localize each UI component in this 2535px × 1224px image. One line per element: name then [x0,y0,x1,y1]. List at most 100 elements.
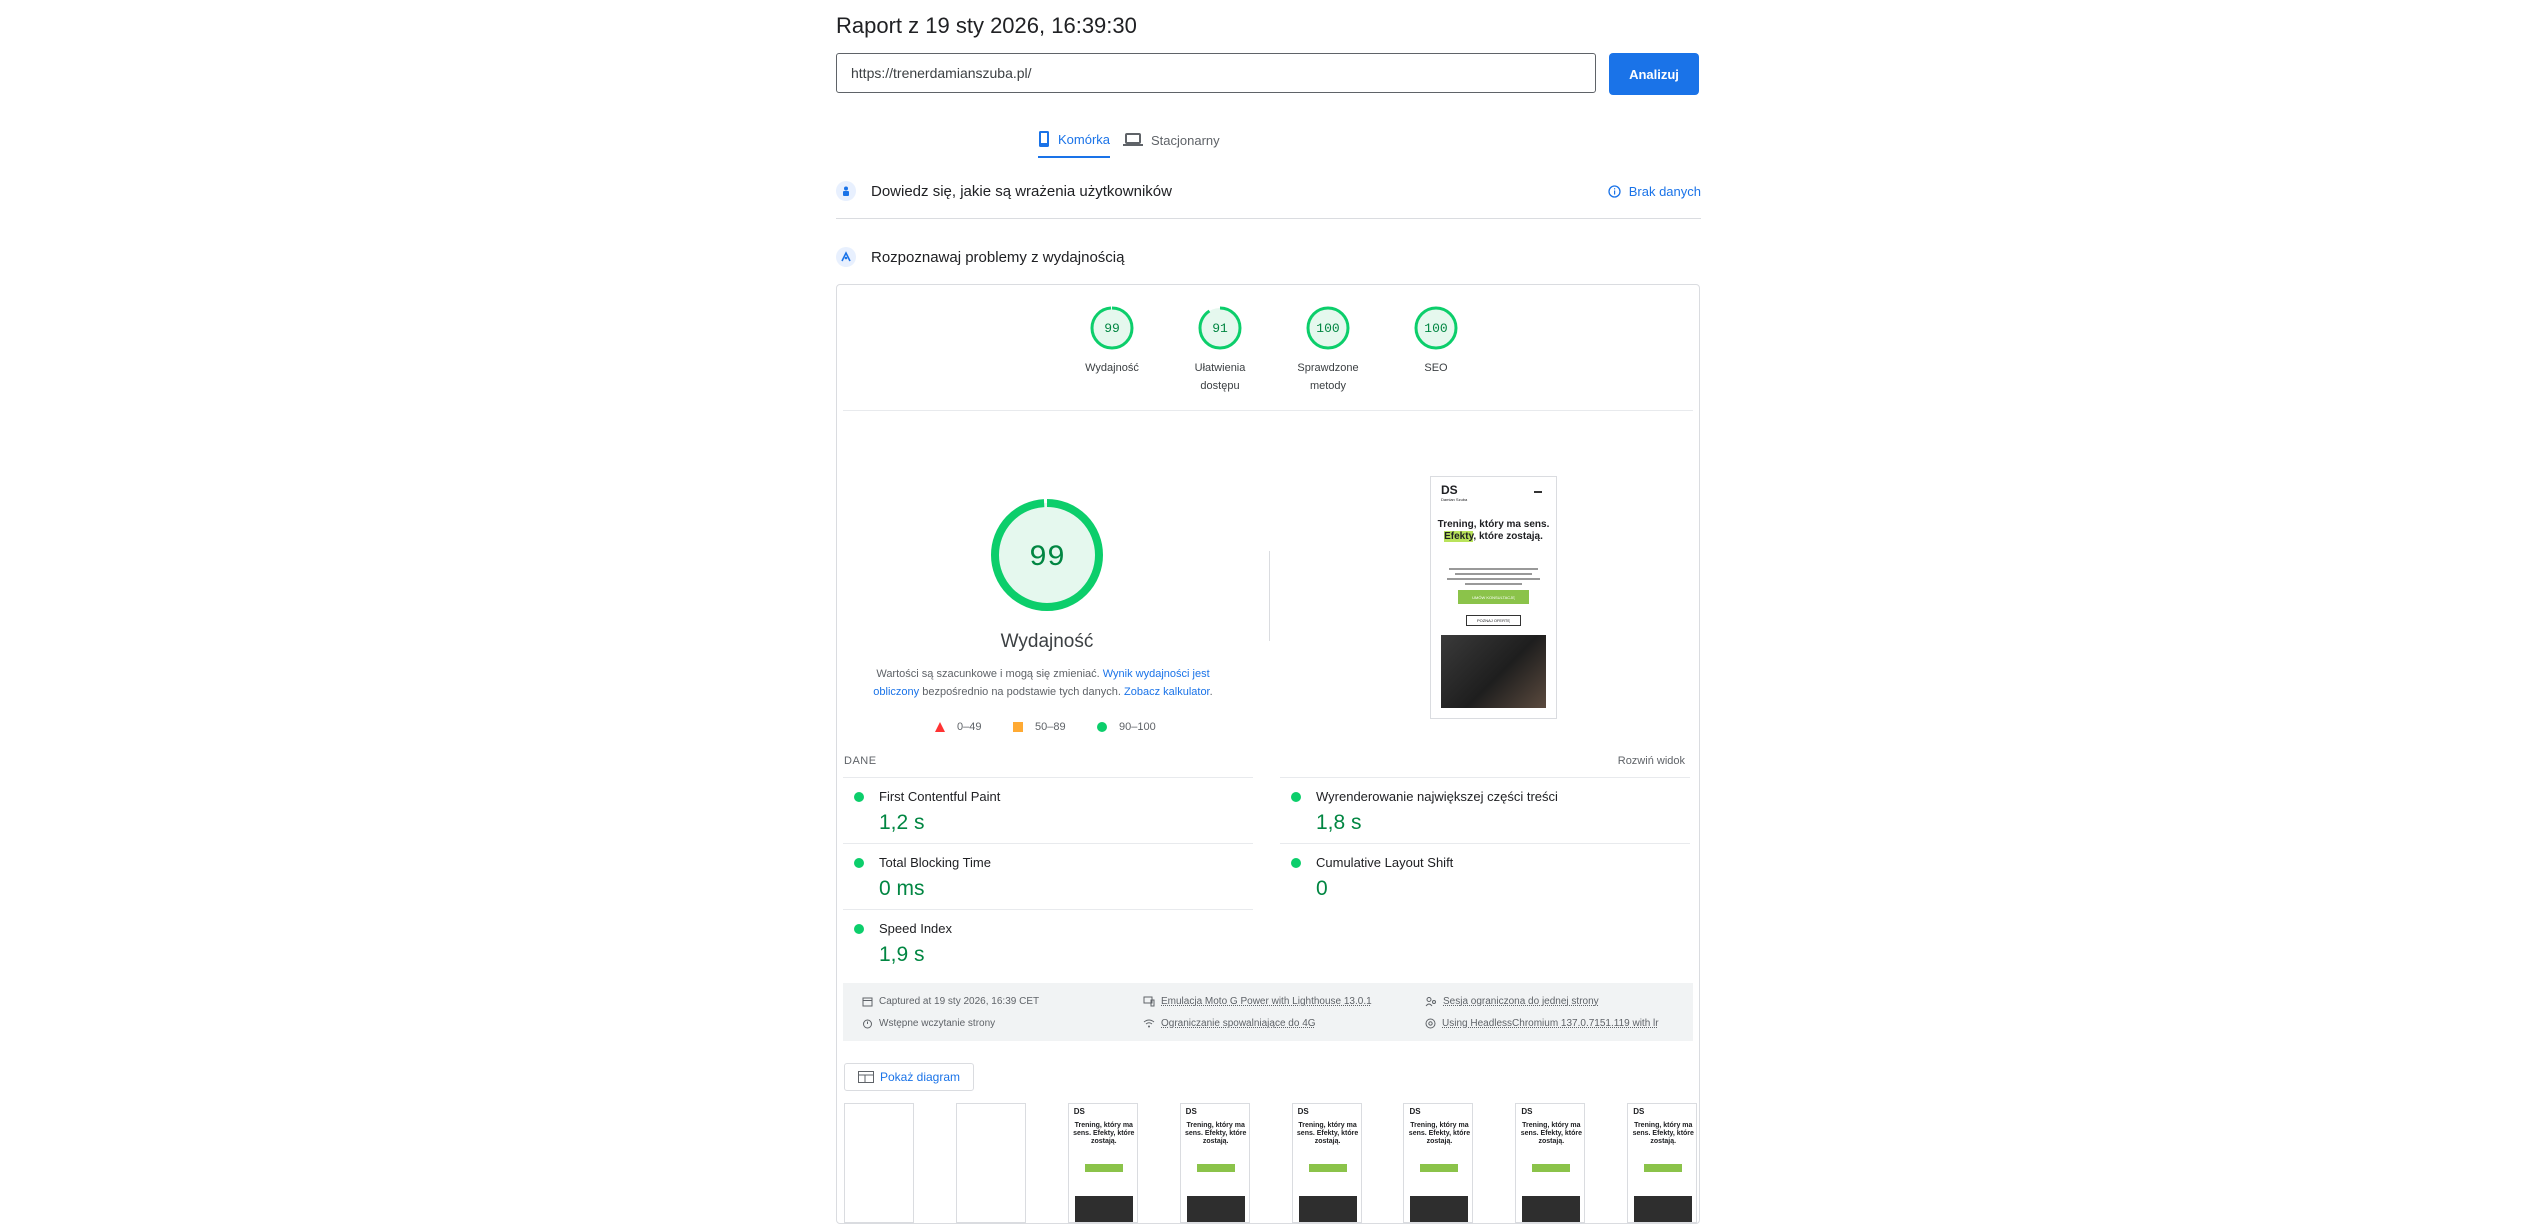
tab-desktop[interactable]: Stacjonarny [1123,122,1220,158]
pass-indicator [854,924,864,934]
metric-name: Speed Index [879,921,953,936]
score-best-practices[interactable]: 100 Sprawdzone metody [1293,305,1363,395]
frame-logo: DS [1185,1107,1197,1116]
field-data-section: Dowiedz się, jakie są wrażenia użytkowni… [836,171,1701,211]
hero-headline: Trening, który ma sens. Efekty, które zo… [1437,519,1550,543]
circle-icon [1097,722,1107,732]
secondary-button: POZNAJ OFERTĘ [1466,615,1521,626]
filmstrip-frame-blank[interactable] [844,1103,914,1223]
throttling-text: Ograniczanie spowalniające do 4G [1161,1018,1316,1029]
score-label: Ułatwienia [1194,362,1246,374]
frame-headline: Trening, który ma sens. Efekty, które zo… [1520,1122,1583,1145]
metric-value: 1,9 s [879,943,925,966]
metric-name: First Contentful Paint [879,789,1001,804]
score-seo[interactable]: 100 SEO [1401,305,1471,377]
calculator-link[interactable]: Zobacz kalkulator [1124,686,1210,698]
performance-label: Wydajność [1000,631,1094,652]
frame-photo [1298,1196,1357,1222]
device-tabs: Komórka Stacjonarny [836,122,1701,158]
score-label: Sprawdzone [1297,362,1359,374]
headline-highlight: Efekty [1444,531,1474,542]
run-info-browser[interactable]: Using HeadlessChromium 137.0.7151.119 wi… [1425,1018,1659,1029]
tab-desktop-label: Stacjonarny [1151,132,1220,148]
analyze-button[interactable]: Analizuj [1609,53,1699,95]
show-diagram-button[interactable]: Pokaż diagram [844,1063,974,1091]
frame-headline: Trening, który ma sens. Efekty, które zo… [1185,1122,1247,1145]
score-legend: 0–49 50–89 90–100 [935,721,1175,735]
frame-logo: DS [1409,1107,1421,1116]
device-icon [1143,996,1155,1007]
browser-icon [1425,1018,1436,1029]
pass-indicator [1291,792,1301,802]
session-text: Sesja ograniczona do jednej strony [1443,996,1599,1007]
laptop-icon [1123,133,1143,146]
frame-cta [1084,1164,1123,1172]
legend-range: 0–49 [957,721,982,733]
lab-data-title: Rozpoznawaj problemy z wydajnością [871,248,1125,266]
cta-button: UMÓW KONSULTACJĘ [1458,590,1529,604]
square-icon [1013,722,1023,732]
score-label-line2: dostępu [1200,380,1240,392]
filmstrip-frame[interactable]: DS Trening, który ma sens. Efekty, które … [1515,1103,1586,1223]
frame-headline: Trening, który ma sens. Efekty, które zo… [1632,1122,1694,1145]
frame-photo [1410,1196,1469,1222]
frame-photo [1522,1196,1581,1222]
metric-value: 1,8 s [1316,811,1362,834]
headline-post: , które zostają. [1473,531,1543,542]
score-label: SEO [1424,362,1448,374]
report-title: Raport z 19 sty 2026, 16:39:30 [836,13,1137,38]
metric-name: Total Blocking Time [879,855,991,870]
frame-cta [1644,1164,1683,1172]
filmstrip-frame[interactable]: DS Trening, który ma sens. Efekty, które … [1403,1103,1474,1223]
score-gauge: 91 [1198,306,1242,350]
info-icon [1608,184,1621,198]
headline-pre: Trening, który ma sens. [1437,519,1550,530]
frame-logo: DS [1633,1107,1645,1116]
site-logo-sub: Damian Szuba [1441,497,1468,502]
metric-value: 1,2 s [879,811,925,834]
pass-indicator [854,792,864,802]
run-info-emulation[interactable]: Emulacja Moto G Power with Lighthouse 13… [1143,996,1372,1007]
score-performance[interactable]: 99 Wydajność [1077,305,1147,377]
legend-range: 90–100 [1119,721,1156,733]
hero-subtext [1445,565,1542,585]
score-value: 100 [1424,321,1447,336]
frame-cta [1196,1164,1235,1172]
show-diagram-label: Pokaż diagram [879,1070,961,1084]
frame-headline: Trening, który ma sens. Efekty, które zo… [1296,1122,1359,1145]
run-info-throttling[interactable]: Ograniczanie spowalniające do 4G [1143,1018,1316,1029]
frame-headline: Trening, który ma sens. Efekty, które zo… [1408,1122,1471,1145]
score-gauge: 100 [1306,306,1350,350]
diagnostics-icon [836,247,856,267]
category-scores: 99 Wydajność 91 Ułatwieniadostępu 100 S [1077,305,1477,395]
legend-range: 50–89 [1035,721,1066,733]
filmstrip-frame[interactable]: DS Trening, który ma sens. Efekty, które … [1067,1103,1138,1223]
metric-name: Wyrenderowanie największej części treści [1316,789,1558,804]
score-value: 99 [1104,321,1120,336]
filmstrip-frame[interactable]: DS Trening, który ma sens. Efekty, które … [1627,1103,1698,1223]
tab-mobile[interactable]: Komórka [1038,122,1111,158]
mobile-icon [1039,131,1049,147]
run-info-load: Wstępne wczytanie strony [862,1018,995,1029]
no-data-link[interactable]: Brak danych [1608,171,1701,211]
captured-text: Captured at 19 sty 2026, 16:39 CET [879,996,1040,1007]
emulation-text: Emulacja Moto G Power with Lighthouse 13… [1161,996,1372,1007]
pass-indicator [1291,858,1301,868]
legend-average: 50–89 [1013,721,1066,733]
frame-headline: Trening, który ma sens. Efekty, które zo… [1073,1122,1135,1145]
score-accessibility[interactable]: 91 Ułatwienia dostępu [1185,305,1255,395]
filmstrip-frame[interactable]: DS Trening, który ma sens. Efekty, które … [1179,1103,1250,1223]
frame-logo: DS [1521,1107,1533,1116]
note-end: . [1209,686,1213,698]
run-info-session[interactable]: Sesja ograniczona do jednej strony [1425,996,1599,1007]
metric-si: Speed Index 1,9 s [843,909,1253,972]
frame-photo [1074,1196,1133,1222]
metric-lcp: Wyrenderowanie największej części treści… [1280,777,1690,840]
url-input[interactable] [836,53,1596,93]
filmstrip-frame[interactable]: DS Trening, który ma sens. Efekty, które … [1291,1103,1362,1223]
filmstrip-frame-blank[interactable] [955,1103,1026,1223]
expand-view-toggle[interactable]: Rozwiń widok [1618,755,1685,767]
final-screenshot[interactable]: DS Damian Szuba Trening, który ma sens. … [1430,476,1557,719]
pass-indicator [854,858,864,868]
menu-icon [1534,491,1542,493]
